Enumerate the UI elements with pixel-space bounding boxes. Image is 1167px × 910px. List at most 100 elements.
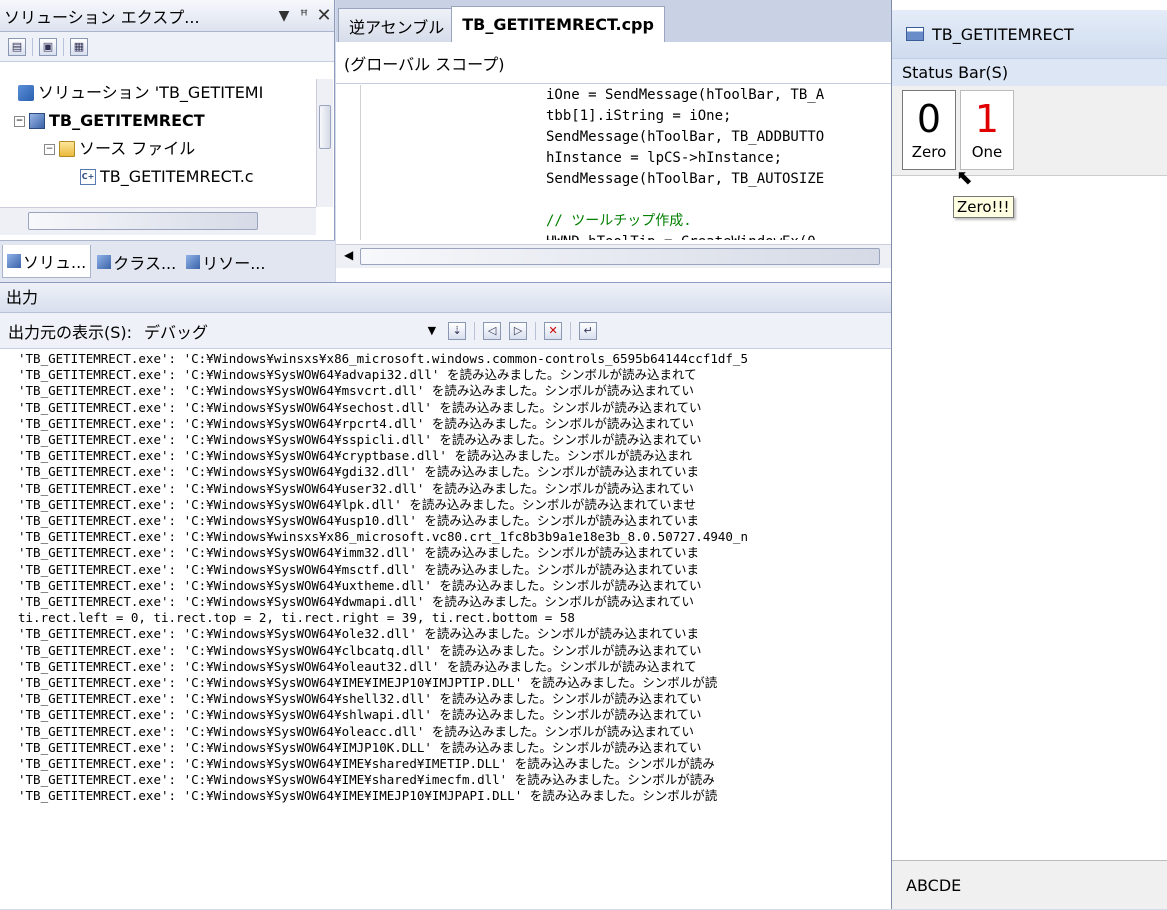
- toolbar-separator: [570, 321, 572, 340]
- app-title: TB_GETITEMRECT: [932, 24, 1074, 44]
- output-source-combobox[interactable]: デバッグ ▼: [140, 319, 440, 343]
- editor-gutter: [360, 85, 361, 240]
- find-message-icon[interactable]: ⇣: [448, 321, 467, 340]
- output-line: 'TB_GETITEMRECT.exe': 'C:¥Windows¥SysWOW…: [18, 723, 695, 739]
- solution-explorer-pane: ソリューション エクスプ... ▼ ꟸ ✕ ▤ ▣ ▦ ソリューション 'TB_…: [0, 0, 335, 282]
- folder-icon: [59, 141, 75, 157]
- tooltip: Zero!!!: [953, 196, 1014, 218]
- output-line: 'TB_GETITEMRECT.exe': 'C:¥Windows¥SysWOW…: [18, 367, 697, 383]
- scrollbar-thumb[interactable]: [360, 248, 880, 265]
- tab-label: ソリュ...: [23, 253, 87, 272]
- collapse-icon[interactable]: −: [44, 143, 55, 155]
- output-pane: 出力 出力元の表示(S): デバッグ ▼ ⇣ ◁ ▷ ✕ ↵ 'TB_GETIT…: [0, 282, 891, 909]
- pin-icon[interactable]: ꟸ: [294, 8, 314, 24]
- app-toolbar: 0 Zero 1 One: [892, 86, 1167, 176]
- output-line: 'TB_GETITEMRECT.exe': 'C:¥Windows¥SysWOW…: [18, 496, 697, 512]
- output-line: 'TB_GETITEMRECT.exe': 'C:¥Windows¥SysWOW…: [18, 561, 700, 577]
- output-toolbar: 出力元の表示(S): デバッグ ▼ ⇣ ◁ ▷ ✕ ↵: [0, 313, 891, 349]
- output-line: 'TB_GETITEMRECT.exe': 'C:¥Windows¥SysWOW…: [18, 788, 718, 804]
- dropdown-arrow-icon[interactable]: ▼: [274, 8, 294, 24]
- toolbar-separator: [32, 37, 33, 56]
- solution-explorer-title: ソリューション エクスプ...: [4, 7, 200, 27]
- show-all-files-icon[interactable]: ▣: [39, 37, 57, 56]
- collapse-icon[interactable]: −: [14, 115, 25, 127]
- output-line: 'TB_GETITEMRECT.exe': 'C:¥Windows¥SysWOW…: [18, 642, 702, 658]
- word-wrap-icon[interactable]: ↵: [579, 321, 598, 340]
- output-line: 'TB_GETITEMRECT.exe': 'C:¥Windows¥SysWOW…: [18, 464, 700, 480]
- resource-view-icon: [186, 254, 201, 269]
- output-line: 'TB_GETITEMRECT.exe': 'C:¥Windows¥SysWOW…: [18, 513, 700, 529]
- tree-item-label: ソース ファイル: [79, 139, 196, 158]
- solution-explorer-tabs: ソリュ... クラス... リソー...: [0, 240, 335, 282]
- output-line: 'TB_GETITEMRECT.exe': 'C:¥Windows¥SysWOW…: [18, 594, 695, 610]
- solution-tree: ソリューション 'TB_GETITEMI − TB_GETITEMRECT − …: [0, 79, 316, 207]
- app-titlebar: TB_GETITEMRECT: [892, 10, 1167, 58]
- previous-message-icon[interactable]: ◁: [483, 321, 502, 340]
- output-line: 'TB_GETITEMRECT.exe': 'C:¥Windows¥SysWOW…: [18, 545, 700, 561]
- tree-item-project[interactable]: − TB_GETITEMRECT: [14, 107, 205, 135]
- output-line: 'TB_GETITEMRECT.exe': 'C:¥Windows¥SysWOW…: [18, 448, 692, 464]
- output-line: 'TB_GETITEMRECT.exe': 'C:¥Windows¥SysWOW…: [18, 626, 700, 642]
- output-line: 'TB_GETITEMRECT.exe': 'C:¥Windows¥SysWOW…: [18, 658, 697, 674]
- app-menubar: Status Bar(S): [892, 58, 1167, 86]
- properties-icon[interactable]: ▤: [8, 37, 26, 56]
- tree-item-cpp-file[interactable]: C+ TB_GETITEMRECT.c: [80, 163, 254, 191]
- menu-status-bar[interactable]: Status Bar(S): [902, 63, 1008, 82]
- toolbar-button-zero[interactable]: 0 Zero: [902, 90, 956, 170]
- output-line: 'TB_GETITEMRECT.exe': 'C:¥Windows¥SysWOW…: [18, 577, 702, 593]
- output-line: 'TB_GETITEMRECT.exe': 'C:¥Windows¥SysWOW…: [18, 480, 695, 496]
- solution-horizontal-scrollbar[interactable]: [0, 207, 316, 235]
- output-line: 'TB_GETITEMRECT.exe': 'C:¥Windows¥SysWOW…: [18, 691, 702, 707]
- scroll-left-icon[interactable]: ◀: [344, 248, 353, 262]
- solution-vertical-scrollbar[interactable]: [316, 79, 333, 207]
- toolbar-separator: [474, 321, 476, 340]
- tab-resource-view[interactable]: リソー...: [182, 246, 269, 278]
- output-line: 'TB_GETITEMRECT.exe': 'C:¥Windows¥SysWOW…: [18, 707, 702, 723]
- code-line: hInstance = lpCS->hInstance;: [546, 150, 783, 166]
- editor-horizontal-scrollbar[interactable]: ◀: [336, 244, 891, 268]
- window-icon: [906, 27, 924, 41]
- tab-label: リソー...: [202, 253, 266, 273]
- one-glyph-icon: 1: [974, 97, 1000, 141]
- zero-glyph-icon: 0: [916, 97, 942, 141]
- scrollbar-thumb[interactable]: [319, 105, 331, 149]
- toolbar-button-one[interactable]: 1 One: [960, 90, 1014, 170]
- scrollbar-thumb[interactable]: [28, 212, 258, 230]
- clear-all-icon[interactable]: ✕: [544, 321, 563, 340]
- editor-tabs: 逆アセンブル TB_GETITEMRECT.cpp: [336, 0, 891, 42]
- mouse-cursor-icon: ⬉: [956, 165, 973, 189]
- view-class-diagram-icon[interactable]: ▦: [70, 37, 88, 56]
- output-line: 'TB_GETITEMRECT.exe': 'C:¥Windows¥SysWOW…: [18, 675, 718, 691]
- tree-item-solution[interactable]: ソリューション 'TB_GETITEMI: [18, 79, 263, 107]
- scope-combobox[interactable]: (グローバル スコープ): [336, 42, 891, 84]
- cpp-file-icon: C+: [80, 169, 96, 185]
- output-line: 'TB_GETITEMRECT.exe': 'C:¥Windows¥SysWOW…: [18, 739, 702, 755]
- output-line: 'TB_GETITEMRECT.exe': 'C:¥Windows¥winsxs…: [18, 529, 748, 545]
- class-view-icon: [97, 254, 112, 269]
- output-line: 'TB_GETITEMRECT.exe': 'C:¥Windows¥SysWOW…: [18, 383, 695, 399]
- output-source-value: デバッグ: [144, 322, 209, 342]
- close-icon[interactable]: ✕: [314, 5, 334, 26]
- project-icon: [29, 113, 45, 129]
- tree-item-source-files[interactable]: − ソース ファイル: [44, 135, 195, 163]
- button-label: One: [971, 143, 1003, 161]
- output-text[interactable]: 'TB_GETITEMRECT.exe': 'C:¥Windows¥winsxs…: [18, 351, 891, 909]
- button-label: Zero: [911, 143, 947, 161]
- code-line: SendMessage(hToolBar, TB_AUTOSIZE: [546, 171, 825, 187]
- output-line: 'TB_GETITEMRECT.exe': 'C:¥Windows¥winsxs…: [18, 351, 748, 366]
- solution-icon: [18, 85, 34, 101]
- output-line: 'TB_GETITEMRECT.exe': 'C:¥Windows¥SysWOW…: [18, 772, 715, 788]
- solution-icon: [7, 254, 21, 268]
- tab-class-view[interactable]: クラス...: [93, 246, 180, 278]
- code-editor-pane: 逆アセンブル TB_GETITEMRECT.cpp (グローバル スコープ) i…: [336, 0, 891, 282]
- code-line: tbb[1].iString = iOne;: [546, 108, 732, 124]
- toolbar-separator: [535, 321, 537, 340]
- tab-cpp-file[interactable]: TB_GETITEMRECT.cpp: [451, 6, 665, 42]
- tab-disassembly[interactable]: 逆アセンブル: [338, 8, 456, 42]
- code-line: HWND hToolTip = CreateWindowEx(0: [546, 232, 816, 240]
- output-source-label: 出力元の表示(S):: [8, 322, 133, 342]
- code-area[interactable]: iOne = SendMessage(hToolBar, TB_A tbb[1]…: [336, 85, 891, 240]
- next-message-icon[interactable]: ▷: [509, 321, 528, 340]
- code-line: SendMessage(hToolBar, TB_ADDBUTTO: [546, 129, 825, 145]
- tab-solution-explorer[interactable]: ソリュ...: [2, 245, 92, 278]
